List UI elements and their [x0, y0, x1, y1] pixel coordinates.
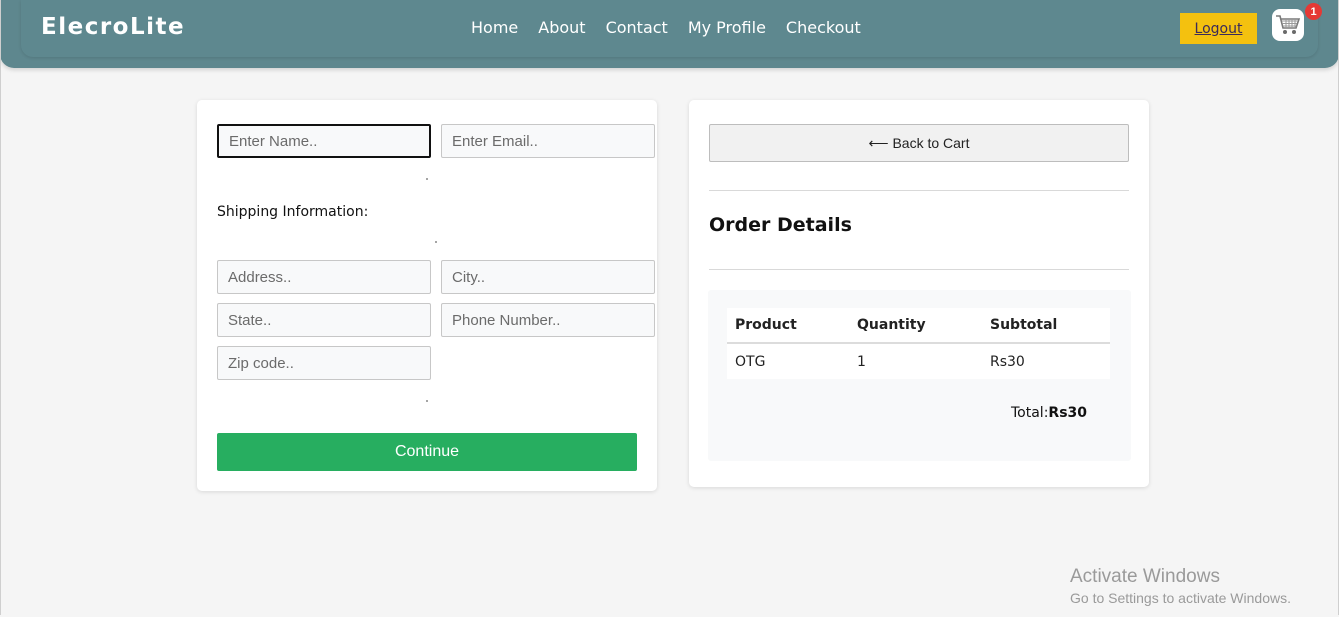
nav-link-my-profile[interactable]: My Profile — [688, 18, 766, 37]
cell-product: OTG — [735, 353, 766, 370]
back-to-cart-button[interactable]: ⟵ Back to Cart — [709, 124, 1129, 162]
watermark-title: Activate Windows — [1070, 566, 1220, 587]
watermark-subtitle: Go to Settings to activate Windows. — [1070, 590, 1291, 606]
phone-number-field[interactable] — [441, 303, 655, 337]
cell-subtotal: Rs30 — [990, 353, 1025, 370]
cart-count-badge: 1 — [1305, 3, 1322, 20]
email-field[interactable] — [441, 124, 655, 158]
city-field[interactable] — [441, 260, 655, 294]
logout-button[interactable]: Logout — [1180, 13, 1257, 44]
order-items-panel: Product Quantity Subtotal OTG 1 Rs30 Tot… — [708, 290, 1131, 461]
address-field[interactable] — [217, 260, 431, 294]
column-header-product: Product — [727, 308, 849, 344]
nav-link-home[interactable]: Home — [471, 18, 518, 37]
divider-dot — [426, 400, 428, 402]
divider — [709, 190, 1129, 191]
divider-dot — [435, 241, 437, 243]
zip-code-field[interactable] — [217, 346, 431, 380]
cart-button[interactable] — [1272, 9, 1304, 41]
order-total: Total:Rs30 — [1011, 405, 1087, 421]
nav-link-about[interactable]: About — [538, 18, 585, 37]
shopping-cart-icon — [1276, 15, 1301, 34]
shipping-information-label: Shipping Information: — [217, 204, 369, 220]
activate-windows-watermark: Activate Windows Go to Settings to activ… — [1070, 566, 1291, 606]
nav-link-contact[interactable]: Contact — [606, 18, 668, 37]
total-value: Rs30 — [1048, 405, 1088, 421]
continue-button[interactable]: Continue — [217, 433, 637, 471]
table-header-row: Product Quantity Subtotal — [727, 308, 1110, 344]
column-header-quantity: Quantity — [849, 308, 982, 344]
column-header-subtotal: Subtotal — [982, 308, 1110, 344]
divider-dot — [426, 178, 428, 180]
divider — [709, 269, 1129, 270]
cell-quantity: 1 — [857, 353, 866, 370]
name-field[interactable] — [217, 124, 431, 158]
nav-link-checkout[interactable]: Checkout — [786, 18, 861, 37]
brand-logo[interactable]: ElecroLite — [41, 14, 185, 40]
order-details-title: Order Details — [709, 214, 852, 236]
order-summary-card: ⟵ Back to Cart Order Details Product Qua… — [689, 100, 1149, 487]
table-row: OTG 1 Rs30 — [727, 343, 1110, 379]
checkout-form-card: Shipping Information: Continue — [197, 100, 657, 491]
nav-links: Home About Contact My Profile Checkout — [471, 18, 881, 37]
state-field[interactable] — [217, 303, 431, 337]
total-label: Total: — [1011, 405, 1049, 421]
order-items-table: Product Quantity Subtotal OTG 1 Rs30 — [727, 308, 1110, 379]
